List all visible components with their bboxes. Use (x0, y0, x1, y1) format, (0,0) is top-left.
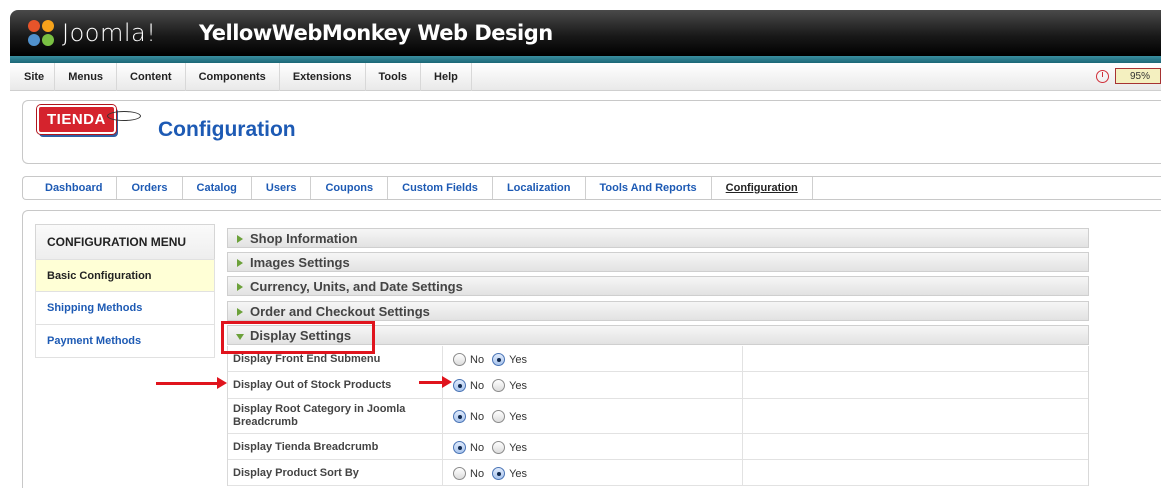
display-settings-table: Display Front End Submenu No Yes Display… (227, 346, 1089, 486)
annotation-arrow-icon (156, 377, 227, 389)
tag-string-icon (107, 111, 141, 121)
radio-group: No Yes (453, 467, 535, 480)
radio-yes[interactable] (492, 410, 506, 423)
menu-site[interactable]: Site (10, 63, 56, 91)
configuration-menu: CONFIGURATION MENU Basic Configuration S… (35, 224, 215, 358)
panel-title: Currency, Units, and Date Settings (250, 279, 463, 294)
radio-yes[interactable] (492, 467, 506, 480)
expand-arrow-icon (237, 308, 243, 316)
menu-extensions[interactable]: Extensions (280, 63, 366, 91)
radio-yes[interactable] (492, 379, 506, 392)
joomla-brand-text: Joomla! (62, 19, 157, 47)
annotation-highlight-box (221, 321, 375, 354)
config-menu-payment-methods[interactable]: Payment Methods (35, 325, 215, 358)
joomla-logo-icon (26, 18, 56, 48)
tab-custom-fields[interactable]: Custom Fields (388, 177, 493, 199)
tab-coupons[interactable]: Coupons (311, 177, 389, 199)
radio-group: No Yes (453, 441, 535, 454)
annotation-arrow-icon (419, 376, 452, 388)
radio-group: No Yes (453, 410, 535, 423)
setting-label: Display Root Category in Joomla Breadcru… (233, 403, 406, 428)
admin-menubar: Site Menus Content Components Extensions… (10, 63, 1161, 91)
site-title: YellowWebMonkey Web Design (199, 21, 553, 45)
tab-catalog[interactable]: Catalog (183, 177, 252, 199)
tab-users[interactable]: Users (252, 177, 312, 199)
status-percent-badge: 95% (1114, 68, 1161, 84)
radio-no[interactable] (453, 467, 466, 480)
config-menu-basic-configuration[interactable]: Basic Configuration (35, 259, 215, 292)
panel-currency-units-date[interactable]: Currency, Units, and Date Settings (227, 276, 1089, 296)
setting-row: Display Product Sort By No Yes (228, 460, 1088, 486)
admin-header: Joomla! YellowWebMonkey Web Design (10, 10, 1161, 56)
setting-label: Display Tienda Breadcrumb (233, 441, 379, 453)
radio-yes[interactable] (492, 441, 506, 454)
expand-arrow-icon (237, 235, 243, 243)
tab-tools-and-reports[interactable]: Tools And Reports (586, 177, 712, 199)
configuration-menu-title: CONFIGURATION MENU (35, 224, 215, 259)
radio-yes[interactable] (492, 353, 506, 366)
radio-no[interactable] (453, 353, 466, 366)
tab-orders[interactable]: Orders (117, 177, 183, 199)
page-title: Configuration (158, 118, 296, 141)
panel-order-and-checkout[interactable]: Order and Checkout Settings (227, 301, 1089, 321)
setting-label: Display Product Sort By (233, 467, 359, 479)
config-menu-shipping-methods[interactable]: Shipping Methods (35, 292, 215, 325)
menu-components[interactable]: Components (186, 63, 280, 91)
panel-title: Images Settings (250, 255, 350, 270)
header-divider (10, 56, 1161, 63)
setting-row: Display Out of Stock Products No Yes (228, 372, 1088, 399)
component-header: TIENDA Configuration (22, 100, 1161, 164)
status-indicator: 95% (1095, 68, 1161, 84)
tienda-logo: TIENDA (37, 105, 116, 134)
menu-tools[interactable]: Tools (366, 63, 422, 91)
menu-content[interactable]: Content (117, 63, 186, 91)
clock-icon (1095, 69, 1109, 83)
menu-help[interactable]: Help (421, 63, 472, 91)
joomla-logo[interactable]: Joomla! (26, 18, 156, 48)
expand-arrow-icon (237, 283, 243, 291)
menu-menus[interactable]: Menus (55, 63, 118, 91)
setting-label: Display Out of Stock Products (233, 379, 392, 391)
expand-arrow-icon (237, 259, 243, 267)
tienda-logo-text: TIENDA (37, 105, 116, 134)
radio-no[interactable] (453, 441, 466, 454)
tab-dashboard[interactable]: Dashboard (23, 177, 118, 199)
panel-shop-information[interactable]: Shop Information (227, 228, 1089, 248)
setting-row: Display Root Category in Joomla Breadcru… (228, 399, 1088, 434)
setting-row: Display Tienda Breadcrumb No Yes (228, 434, 1088, 460)
setting-label: Display Front End Submenu (233, 353, 381, 365)
tab-configuration[interactable]: Configuration (712, 177, 813, 199)
radio-no[interactable] (453, 379, 466, 392)
radio-group: No Yes (453, 353, 535, 366)
component-tabs: Dashboard Orders Catalog Users Coupons C… (22, 176, 1161, 200)
radio-group: No Yes (453, 379, 535, 392)
radio-no[interactable] (453, 410, 466, 423)
panel-images-settings[interactable]: Images Settings (227, 252, 1089, 272)
panel-title: Order and Checkout Settings (250, 304, 430, 319)
tab-localization[interactable]: Localization (493, 177, 586, 199)
panel-title: Shop Information (250, 231, 358, 246)
